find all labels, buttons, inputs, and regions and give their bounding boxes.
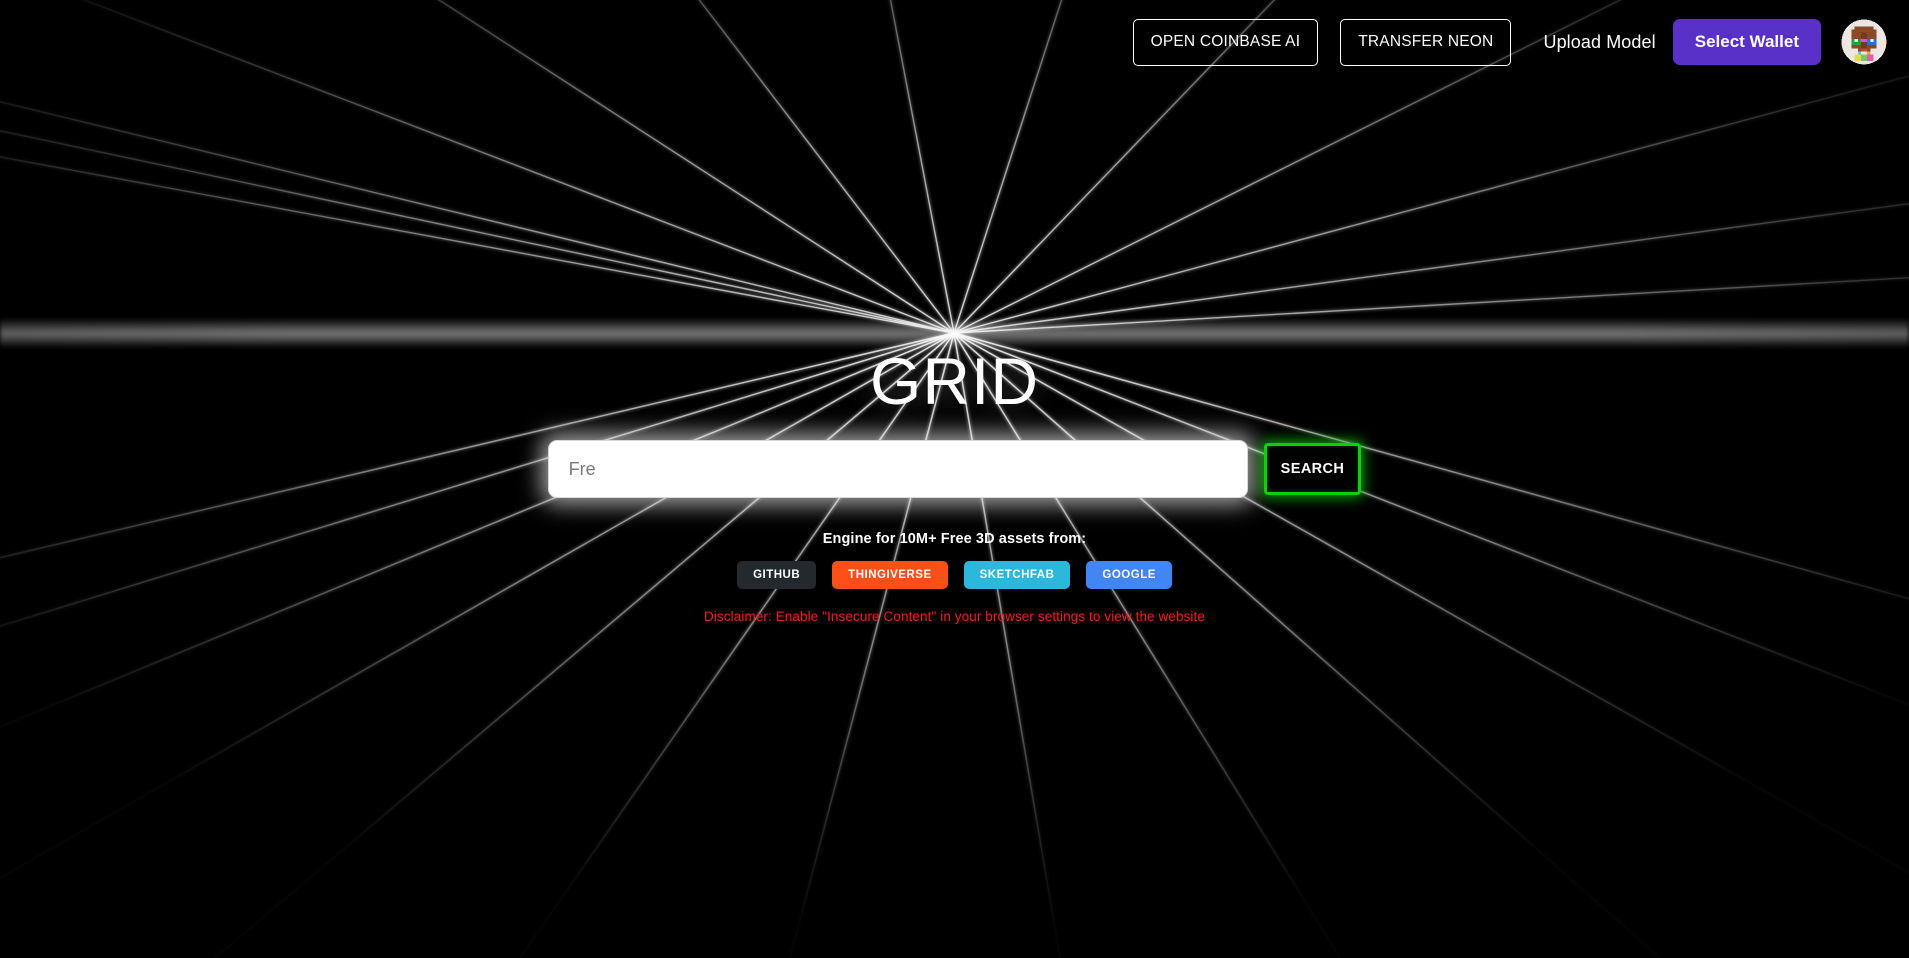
avatar-pixel-art-icon — [1839, 17, 1889, 67]
search-input[interactable] — [547, 440, 1248, 498]
app-root: OPEN COINBASE AI TRANSFER NEON Upload Mo… — [0, 0, 1909, 958]
source-button-google[interactable]: GOOGLE — [1086, 561, 1172, 589]
avatar[interactable] — [1839, 17, 1889, 67]
source-button-thingiverse[interactable]: THINGIVERSE — [832, 561, 948, 589]
search-button[interactable]: SEARCH — [1263, 443, 1362, 495]
source-buttons-group: GITHUB THINGIVERSE SKETCHFAB GOOGLE — [737, 561, 1172, 589]
search-row: SEARCH — [547, 440, 1362, 498]
tagline-text: Engine for 10M+ Free 3D assets from: — [822, 531, 1087, 547]
disclaimer-text: Disclaimer: Enable "Insecure Content" in… — [703, 609, 1205, 624]
page-title: GRID — [870, 344, 1039, 418]
source-button-github[interactable]: GITHUB — [737, 561, 817, 589]
source-button-sketchfab[interactable]: SKETCHFAB — [963, 561, 1071, 589]
top-navigation-bar: OPEN COINBASE AI TRANSFER NEON Upload Mo… — [0, 0, 1909, 84]
open-coinbase-ai-button[interactable]: OPEN COINBASE AI — [1132, 18, 1319, 66]
select-wallet-button[interactable]: Select Wallet — [1672, 19, 1821, 65]
transfer-neon-button[interactable]: TRANSFER NEON — [1340, 18, 1512, 66]
upload-model-link[interactable]: Upload Model — [1543, 32, 1655, 53]
